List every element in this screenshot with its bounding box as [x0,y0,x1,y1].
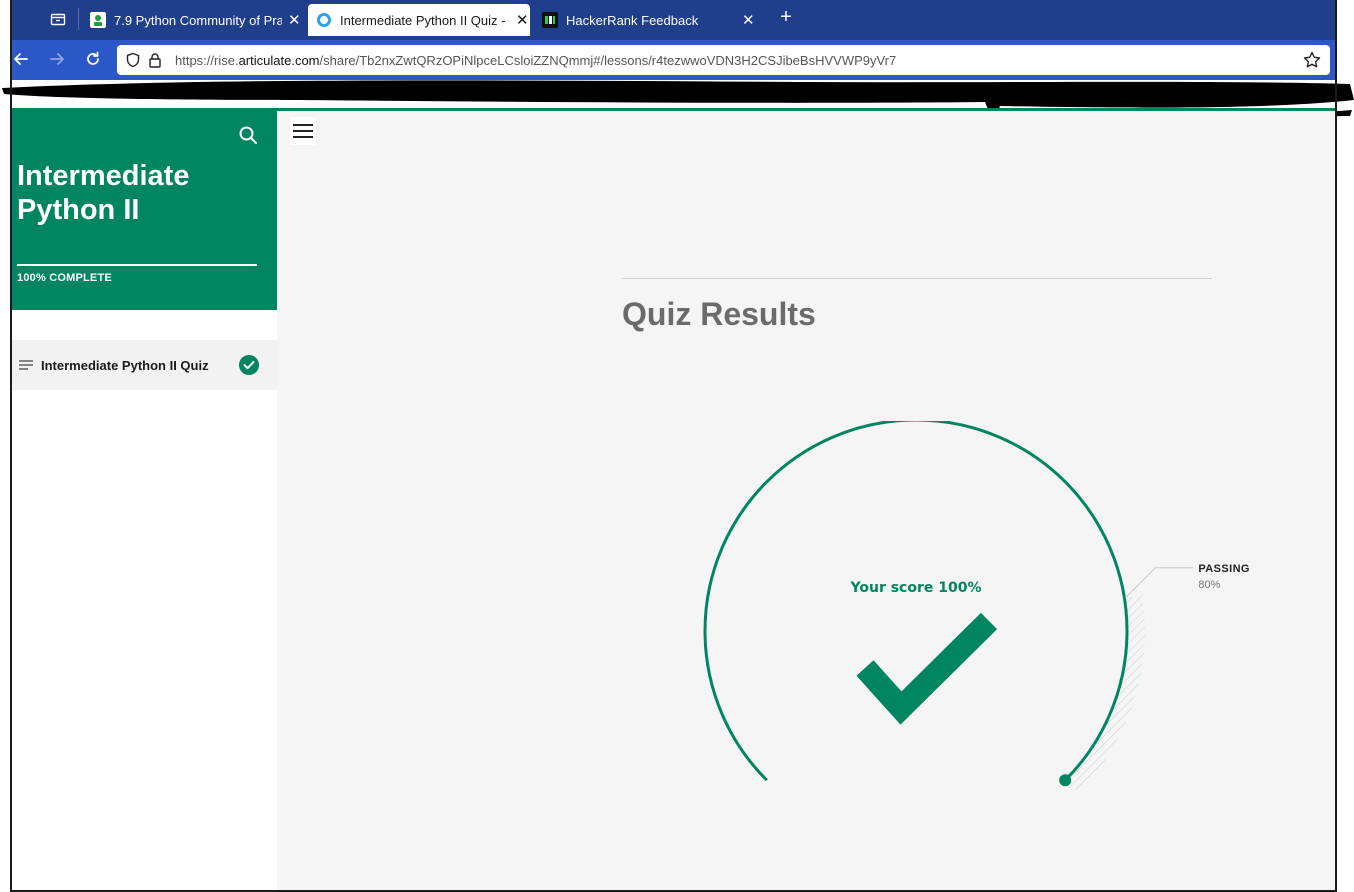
window-frame [10,0,1337,892]
